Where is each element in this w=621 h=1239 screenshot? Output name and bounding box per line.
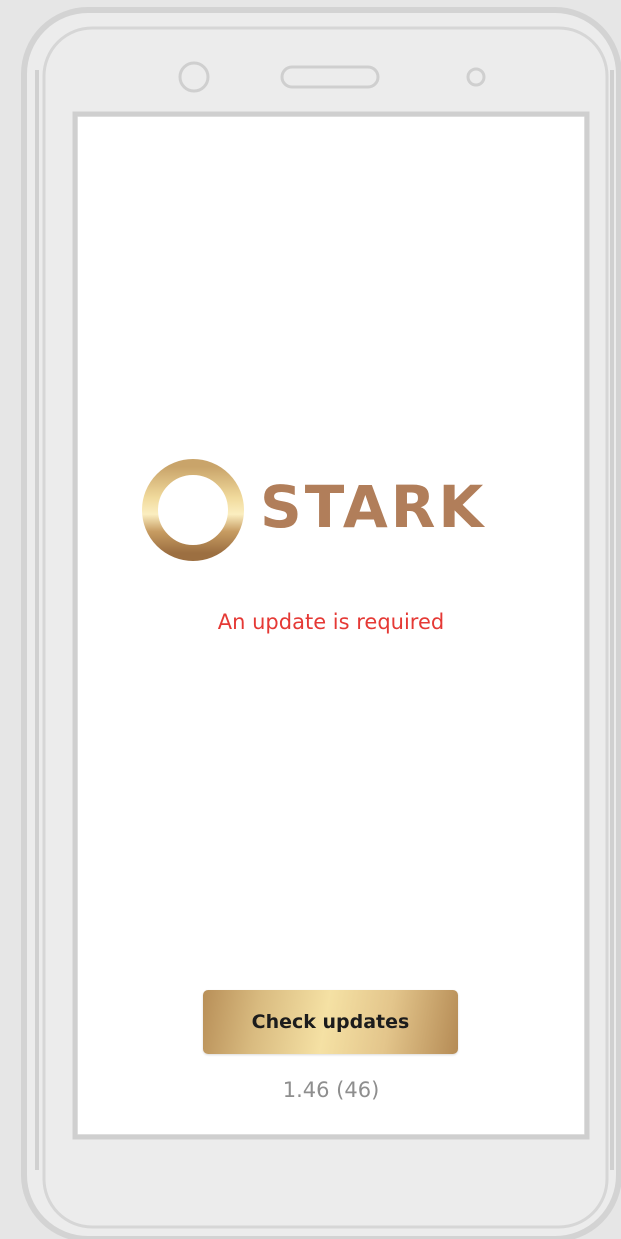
phone-device-frame: STARK An update is required Check update…	[0, 0, 621, 1239]
brand-wordmark: STARK	[260, 473, 487, 541]
app-screen: STARK An update is required Check update…	[78, 117, 584, 1134]
update-required-message: An update is required	[217, 610, 445, 634]
app-version-label: 1.46 (46)	[282, 1078, 380, 1102]
check-updates-button[interactable]: Check updates	[203, 990, 458, 1054]
gold-ring-icon	[142, 459, 244, 561]
stark-logo: STARK	[138, 455, 528, 565]
